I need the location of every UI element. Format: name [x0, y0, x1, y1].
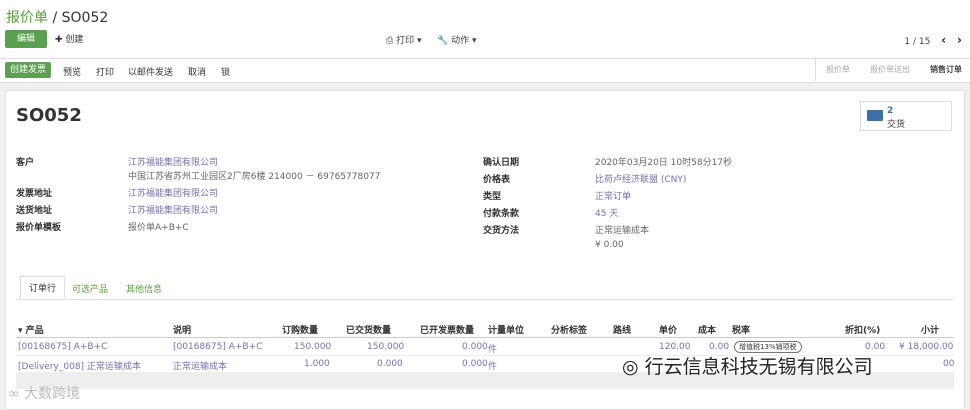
lock-button[interactable]: 锁 — [221, 65, 230, 78]
delivery-count: 2 — [887, 106, 894, 116]
delivery-address-value[interactable]: 江苏福能集团有限公司 — [128, 203, 218, 216]
prev-icon[interactable]: ‹ — [941, 33, 946, 47]
watermark-left-text: 大数跨境 — [24, 386, 81, 402]
col-product[interactable]: ▾ 产品 — [18, 323, 44, 336]
customer-value[interactable]: 江苏福能集团有限公司 — [128, 155, 218, 168]
stage-quotation[interactable]: 报价单 — [826, 64, 850, 75]
pager: 1 / 15 ‹ › — [904, 33, 962, 47]
cell-ordered-qty[interactable]: 150.000 — [294, 342, 331, 352]
tab-other-info[interactable]: 其他信息 — [126, 282, 162, 295]
cell-invoiced-qty[interactable]: 0.000 — [462, 342, 488, 352]
type-value[interactable]: 正常订单 — [595, 189, 631, 202]
customer-label: 客户 — [16, 158, 35, 168]
create-invoice-button[interactable]: 创建发票 — [5, 62, 52, 78]
col-invoiced-qty[interactable]: 已开发票数量 — [420, 323, 474, 336]
tab-order-lines[interactable]: 订单行 — [20, 276, 66, 299]
wechat-icon: ◎ — [622, 356, 639, 378]
delivery-smart-button[interactable]: 2 交货 — [860, 101, 952, 131]
printer-icon: ⎙ — [386, 36, 394, 46]
payment-terms-value[interactable]: 45 天 — [595, 206, 618, 219]
payment-terms-label: 付款条款 — [483, 209, 520, 219]
cancel-button[interactable]: 取消 — [188, 65, 206, 78]
link-icon: ∞ — [8, 386, 20, 402]
cell-delivered-qty[interactable]: 150.000 — [367, 342, 404, 352]
cell-description[interactable]: 正常运输成本 — [173, 359, 227, 372]
stage-quotation-sent[interactable]: 报价单送出 — [870, 64, 910, 75]
confirm-date-value: 2020年03月20日 10时58分17秒 — [595, 158, 733, 168]
preview-button[interactable]: 预览 — [63, 65, 81, 78]
create-button[interactable]: ✚ 创建 — [55, 32, 83, 45]
col-uom[interactable]: 计量单位 — [488, 323, 524, 336]
pricelist-label: 价格表 — [483, 175, 511, 185]
cell-subtotal: ¥ 18,000.00 — [899, 342, 954, 352]
cell-cost[interactable]: 0.00 — [709, 342, 729, 352]
delivery-price-value: ¥ 0.00 — [595, 240, 624, 250]
quote-template-value[interactable]: 报价单A+B+C — [128, 220, 189, 233]
action-dropdown[interactable]: 🔧 动作 ▾ — [437, 33, 476, 46]
watermark-text: 行云信息科技无锡有限公司 — [644, 356, 873, 378]
type-label: 类型 — [483, 192, 502, 202]
breadcrumb-current: SO052 — [61, 10, 109, 26]
delivery-label: 交货 — [887, 120, 906, 130]
edit-button[interactable]: 编辑 — [5, 30, 47, 48]
wrench-icon: 🔧 — [437, 36, 449, 46]
confirm-date-label: 确认日期 — [483, 158, 520, 168]
pricelist-value[interactable]: 比荷卢经济联盟 (CNY) — [595, 172, 686, 185]
record-title: SO052 — [16, 105, 82, 126]
col-cost[interactable]: 成本 — [698, 323, 716, 336]
delivery-address-label: 送货地址 — [16, 206, 53, 216]
col-discount[interactable]: 折扣(%) — [845, 323, 880, 336]
notebook-tabs: 订单行 可选产品 其他信息 — [16, 276, 954, 300]
col-ordered-qty[interactable]: 订购数量 — [282, 323, 318, 336]
cell-description[interactable]: [00168675] A+B+C — [173, 342, 262, 352]
tab-optional-products[interactable]: 可选产品 — [72, 282, 108, 295]
invoice-address-value[interactable]: 江苏福能集团有限公司 — [128, 186, 218, 199]
truck-icon — [867, 110, 883, 121]
pager-value[interactable]: 1 / 15 — [904, 37, 930, 47]
print-dropdown[interactable]: ⎙ 打印 ▾ — [386, 33, 421, 46]
control-panel: 报价单 / SO052 编辑 ✚ 创建 ⎙ 打印 ▾ 🔧 动作 ▾ 1 / 15… — [0, 0, 970, 58]
cell-product[interactable]: [Delivery_008] 正常运输成本 — [18, 359, 141, 372]
breadcrumb: 报价单 / SO052 — [6, 7, 108, 27]
watermark-left: ∞ 大数跨境 — [8, 383, 80, 403]
col-analytic-tags[interactable]: 分析标签 — [551, 323, 587, 336]
cell-subtotal: 00 — [943, 359, 955, 369]
action-label: 动作 ▾ — [451, 36, 477, 46]
col-delivered-qty[interactable]: 已交货数量 — [346, 323, 391, 336]
col-subtotal[interactable]: 小计 — [921, 323, 939, 336]
customer-address: 中国江苏省苏州工业园区2厂房6楼 214000 － 69765778077 — [128, 172, 381, 182]
delivery-method-label: 交货方法 — [483, 226, 520, 236]
col-unit-price[interactable]: 单价 — [659, 323, 677, 336]
cell-ordered-qty[interactable]: 1.000 — [304, 359, 330, 369]
col-route[interactable]: 路线 — [613, 323, 631, 336]
breadcrumb-separator: / — [52, 10, 58, 26]
cell-discount[interactable]: 0.00 — [865, 342, 885, 352]
cell-uom[interactable]: 件 — [488, 359, 497, 372]
col-taxes[interactable]: 税率 — [732, 323, 750, 336]
col-description[interactable]: 说明 — [173, 323, 191, 336]
cell-invoiced-qty[interactable]: 0.000 — [462, 359, 488, 369]
status-bar: 创建发票 预览 打印 以邮件发送 取消 锁 报价单 报价单送出 销售订单 — [0, 58, 970, 83]
stage-sales-order[interactable]: 销售订单 — [930, 64, 962, 75]
stage-divider — [815, 59, 816, 81]
breadcrumb-parent[interactable]: 报价单 — [6, 10, 48, 26]
print-button[interactable]: 打印 — [96, 65, 114, 78]
cell-uom[interactable]: 件 — [488, 342, 497, 355]
invoice-address-label: 发票地址 — [16, 189, 53, 199]
table-header: ▾ 产品 说明 订购数量 已交货数量 已开发票数量 计量单位 分析标签 路线 单… — [16, 321, 954, 338]
send-email-button[interactable]: 以邮件发送 — [128, 65, 173, 78]
cell-product[interactable]: [00168675] A+B+C — [18, 342, 107, 352]
next-icon[interactable]: › — [957, 33, 962, 47]
watermark: ◎ 行云信息科技无锡有限公司 — [622, 352, 873, 379]
quote-template-label: 报价单模板 — [16, 223, 62, 233]
delivery-method-value[interactable]: 正常运输成本 — [595, 223, 649, 236]
print-label: 打印 ▾ — [396, 36, 422, 46]
cell-unit-price[interactable]: 120.00 — [659, 342, 691, 352]
cell-delivered-qty[interactable]: 0.000 — [377, 359, 403, 369]
